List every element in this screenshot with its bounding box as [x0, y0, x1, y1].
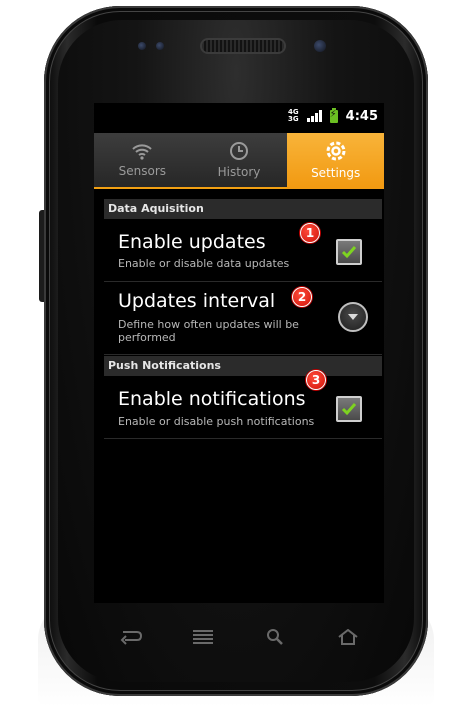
chevron-down-icon — [348, 313, 358, 320]
tab-history[interactable]: History — [190, 133, 288, 189]
section-header-push-notifications: Push Notifications — [104, 356, 382, 376]
pref-enable-updates-summary: Enable or disable data updates — [118, 257, 290, 270]
tab-bar: Sensors History Settings — [94, 133, 384, 189]
navigation-bar — [94, 612, 384, 662]
enable-updates-checkbox[interactable] — [336, 239, 362, 265]
pref-enable-notifications-title: Enable notifications — [118, 388, 306, 410]
callout-badge-1: 1 — [300, 223, 320, 243]
pref-enable-updates-title: Enable updates — [118, 231, 266, 253]
network-type-indicator: 4G 3G — [288, 109, 299, 123]
light-sensor — [156, 42, 164, 50]
device-mockup: 4G 3G 4:45 Sensors — [0, 0, 472, 707]
enable-notifications-checkbox[interactable] — [336, 396, 362, 422]
tab-settings-label: Settings — [311, 166, 361, 180]
tab-sensors-label: Sensors — [118, 164, 167, 178]
wifi-icon — [132, 144, 153, 160]
network-type-bottom: 3G — [288, 115, 299, 123]
checkmark-icon — [341, 246, 357, 259]
home-icon — [338, 629, 358, 645]
updates-interval-dropdown[interactable] — [338, 302, 368, 332]
status-time: 4:45 — [345, 108, 378, 124]
back-icon — [120, 631, 143, 645]
earpiece-speaker — [202, 40, 284, 52]
back-button[interactable] — [110, 622, 150, 652]
front-camera — [314, 40, 326, 52]
pref-updates-interval-summary: Define how often updates will be perform… — [118, 318, 299, 344]
checkmark-icon — [341, 403, 357, 416]
menu-icon — [192, 630, 213, 644]
signal-icon — [306, 110, 322, 122]
pref-enable-notifications-summary: Enable or disable push notifications — [118, 415, 315, 428]
search-button[interactable] — [255, 622, 295, 652]
pref-updates-interval[interactable]: Updates interval Define how often update… — [104, 282, 382, 355]
home-button[interactable] — [328, 622, 368, 652]
callout-badge-2: 2 — [292, 287, 312, 307]
menu-button[interactable] — [183, 622, 223, 652]
tab-sensors[interactable]: Sensors — [94, 133, 191, 189]
pref-enable-notifications[interactable]: Enable notifications Enable or disable p… — [104, 376, 382, 439]
callout-badge-3: 3 — [306, 370, 326, 390]
status-bar: 4G 3G 4:45 — [94, 103, 384, 129]
proximity-sensor — [138, 42, 146, 50]
pref-updates-interval-title: Updates interval — [118, 290, 276, 312]
section-header-data-aquisition: Data Aquisition — [104, 199, 382, 219]
pref-enable-updates[interactable]: Enable updates Enable or disable data up… — [104, 219, 382, 282]
settings-icon — [326, 141, 346, 161]
battery-charging-icon — [329, 107, 338, 123]
app-screen: 4G 3G 4:45 Sensors — [94, 103, 384, 603]
tab-history-label: History — [217, 165, 261, 179]
tab-settings[interactable]: Settings — [287, 133, 384, 189]
clock-icon — [230, 142, 248, 160]
search-icon — [267, 629, 284, 645]
